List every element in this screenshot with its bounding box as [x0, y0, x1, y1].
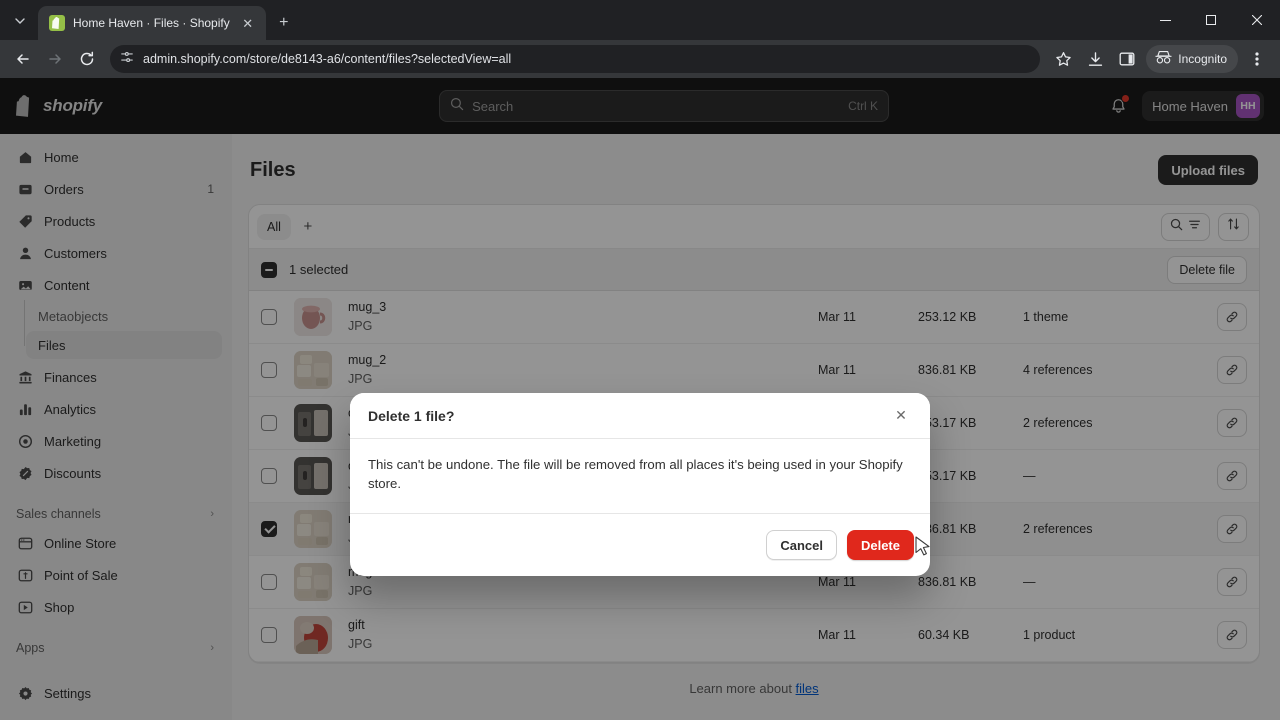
modal-title: Delete 1 file? [368, 407, 455, 424]
maximize-button[interactable] [1188, 0, 1234, 40]
side-panel-icon[interactable] [1112, 44, 1142, 74]
modal-body-text: This can't be undone. The file will be r… [350, 439, 930, 515]
shopify-admin-app: shopify Search Ctrl K Home Haven HH Home… [0, 78, 1280, 720]
close-icon[interactable]: ✕ [238, 13, 258, 33]
delete-button[interactable]: Delete [846, 530, 914, 561]
incognito-icon [1155, 50, 1172, 68]
url-text: admin.shopify.com/store/de8143-a6/conten… [143, 52, 512, 66]
window-close-button[interactable] [1234, 0, 1280, 40]
close-icon[interactable]: ✕ [888, 403, 914, 429]
download-icon[interactable] [1080, 44, 1110, 74]
modal-header: Delete 1 file? ✕ [350, 393, 930, 439]
new-tab-button[interactable]: + [274, 13, 294, 33]
cancel-button[interactable]: Cancel [766, 530, 837, 561]
delete-confirmation-modal: Delete 1 file? ✕ This can't be undone. T… [350, 393, 930, 577]
browser-tab-strip: Home Haven · Files · Shopify ✕ + [0, 0, 1280, 40]
browser-toolbar: admin.shopify.com/store/de8143-a6/conten… [0, 40, 1280, 78]
shopify-bag-icon [49, 15, 65, 31]
star-icon[interactable] [1048, 44, 1078, 74]
minimize-button[interactable] [1142, 0, 1188, 40]
back-arrow-icon[interactable] [8, 44, 38, 74]
kebab-menu-icon[interactable] [1242, 44, 1272, 74]
address-bar[interactable]: admin.shopify.com/store/de8143-a6/conten… [110, 45, 1041, 73]
window-controls [1142, 0, 1280, 40]
browser-tab[interactable]: Home Haven · Files · Shopify ✕ [38, 6, 266, 40]
forward-arrow-icon [40, 44, 70, 74]
reload-icon[interactable] [72, 44, 102, 74]
mouse-cursor [915, 536, 932, 564]
modal-footer: Cancel Delete [350, 514, 930, 576]
incognito-indicator[interactable]: Incognito [1146, 45, 1238, 73]
tab-search-dropdown-icon[interactable] [6, 7, 34, 35]
incognito-label: Incognito [1178, 52, 1227, 66]
site-settings-icon[interactable] [120, 50, 134, 69]
browser-tab-title: Home Haven · Files · Shopify [73, 16, 230, 30]
